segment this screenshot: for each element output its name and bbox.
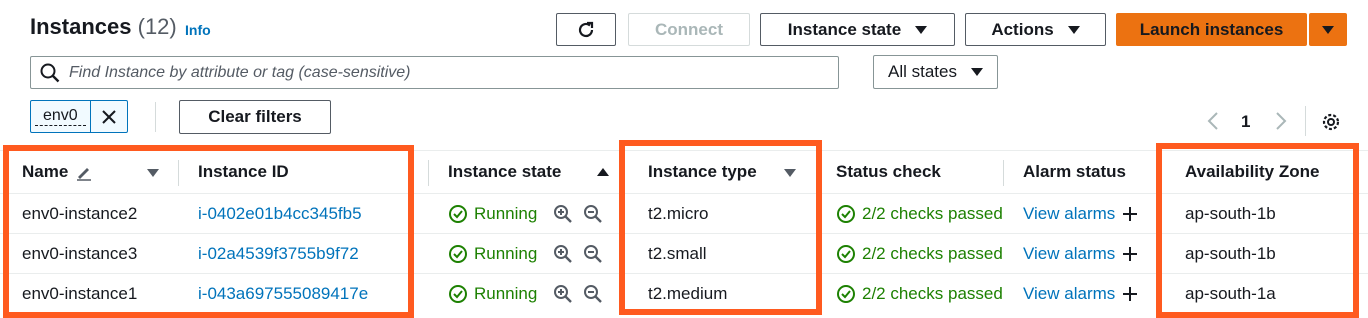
prev-page-button[interactable] (1205, 110, 1221, 137)
instance-count: (12) (137, 14, 177, 39)
zoom-out-icon[interactable] (583, 284, 603, 304)
state-label: Running (474, 203, 538, 223)
view-alarms-link[interactable]: View alarms (1023, 274, 1139, 314)
state-label: Running (474, 284, 538, 303)
column-divider (1003, 160, 1004, 186)
states-select[interactable]: All states (873, 55, 998, 89)
divider (155, 102, 156, 132)
cell-state: Running (448, 234, 537, 273)
actions-label: Actions (991, 19, 1054, 39)
close-icon (101, 109, 116, 124)
instance-state-button[interactable]: Instance state (760, 13, 955, 46)
chevron-right-icon (1276, 112, 1287, 130)
instance-state-label: Instance state (787, 19, 902, 39)
zoom-in-icon[interactable] (553, 284, 573, 304)
sort-ascending-icon[interactable] (597, 168, 609, 176)
info-link[interactable]: Info (185, 22, 211, 38)
view-alarms-label: View alarms (1023, 284, 1116, 303)
plus-icon[interactable] (1121, 245, 1139, 263)
check-circle-icon (837, 204, 855, 223)
view-alarms-link[interactable]: View alarms (1023, 194, 1139, 233)
status-label: 2/2 checks passed (862, 284, 1002, 303)
actions-button[interactable]: Actions (965, 13, 1106, 46)
page-title: Instances (12) (30, 14, 177, 40)
caret-down-icon (915, 25, 928, 34)
caret-down-icon (1322, 25, 1334, 34)
cell-state: Running (448, 194, 537, 233)
refresh-button[interactable] (556, 13, 616, 46)
divider (1305, 106, 1306, 136)
connect-button[interactable]: Connect (628, 13, 750, 46)
view-alarms-label: View alarms (1023, 243, 1116, 263)
launch-instances-button[interactable]: Launch instances (1116, 13, 1307, 46)
preferences-button[interactable] (1319, 110, 1343, 139)
search-input[interactable]: Find Instance by attribute or tag (case-… (30, 56, 839, 89)
caret-down-icon (1067, 25, 1080, 34)
states-select-value: All states (888, 62, 957, 81)
title-text: Instances (30, 14, 132, 39)
zoom-out-icon[interactable] (583, 204, 603, 224)
highlight-box-availability-zone (1156, 143, 1359, 318)
chevron-left-icon (1207, 112, 1218, 130)
highlight-box-name-id (3, 145, 414, 318)
view-alarms-label: View alarms (1023, 203, 1116, 223)
next-page-button[interactable] (1273, 110, 1289, 137)
zoom-in-icon[interactable] (553, 204, 573, 224)
search-icon (40, 63, 60, 82)
status-label: 2/2 checks passed (862, 243, 1002, 263)
column-header-status-check[interactable]: Status check (836, 150, 941, 194)
zoom-out-icon[interactable] (583, 244, 603, 264)
check-circle-icon (837, 244, 855, 263)
highlight-box-instance-type (619, 140, 822, 315)
check-circle-icon (449, 285, 467, 303)
cell-status: 2/2 checks passed (836, 194, 1002, 233)
cell-state: Running (448, 274, 537, 314)
filter-token: env0 (30, 100, 128, 133)
column-divider (428, 160, 429, 186)
zoom-in-icon[interactable] (553, 244, 573, 264)
filter-token-label: env0 (35, 107, 86, 126)
cell-status: 2/2 checks passed (836, 274, 1002, 314)
search-placeholder: Find Instance by attribute or tag (case-… (69, 63, 411, 81)
check-circle-icon (449, 244, 467, 263)
view-alarms-link[interactable]: View alarms (1023, 234, 1139, 273)
gear-icon (1322, 113, 1340, 131)
remove-filter-button[interactable] (89, 101, 127, 132)
clear-filters-button[interactable]: Clear filters (179, 100, 331, 134)
column-header-alarm-status[interactable]: Alarm status (1023, 150, 1126, 194)
plus-icon[interactable] (1121, 285, 1139, 303)
plus-icon[interactable] (1121, 205, 1139, 223)
launch-dropdown-button[interactable] (1309, 13, 1347, 46)
refresh-icon (578, 21, 594, 37)
check-circle-icon (837, 285, 855, 303)
page-number[interactable]: 1 (1241, 112, 1250, 132)
state-label: Running (474, 243, 538, 263)
column-header-instance-state[interactable]: Instance state (448, 150, 561, 194)
status-label: 2/2 checks passed (862, 203, 1002, 223)
cell-status: 2/2 checks passed (836, 234, 1002, 273)
caret-down-icon (970, 68, 983, 76)
check-circle-icon (449, 204, 467, 223)
